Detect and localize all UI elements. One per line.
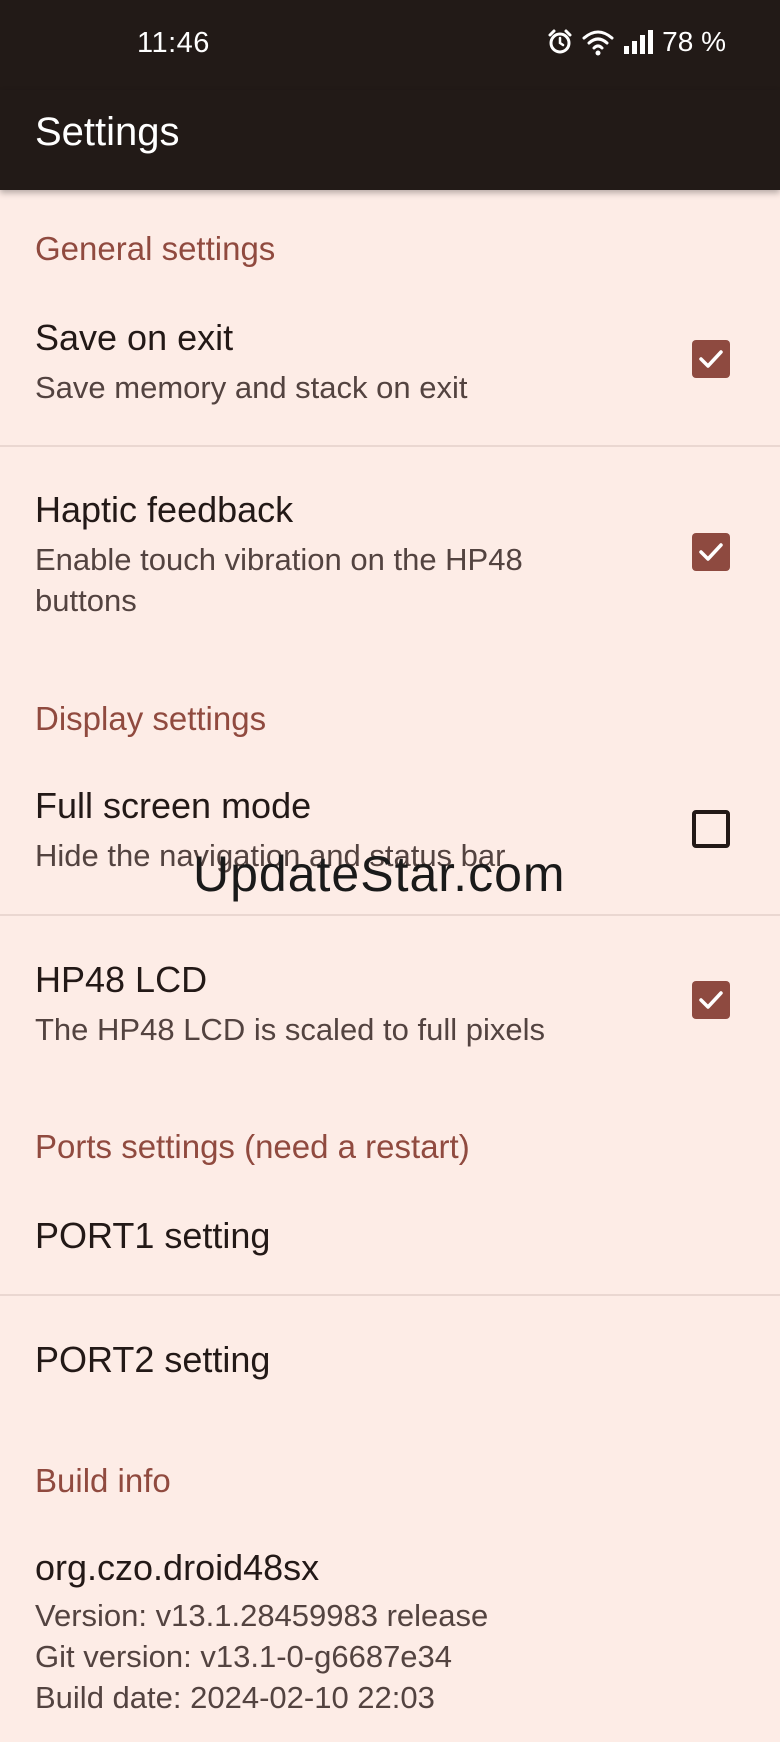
pref-title: Save on exit (35, 317, 234, 358)
pref-title: Haptic feedback (35, 489, 294, 530)
page-title: Settings (35, 110, 180, 154)
pref-summary: Hide the navigation and status bar (35, 838, 506, 873)
pref-full-screen-mode[interactable]: Full screen mode Hide the navigation and… (0, 770, 780, 916)
check-icon (699, 350, 723, 368)
section-header-display: Display settings (35, 700, 267, 737)
pref-summary: Enable touch vibration on the HP48 butto… (35, 542, 523, 618)
check-icon (699, 543, 723, 561)
battery-percent: 78 % (662, 26, 726, 57)
pref-hp48-lcd[interactable]: HP48 LCD The HP48 LCD is scaled to full … (0, 916, 780, 1066)
section-header-general: General settings (35, 230, 276, 267)
pref-title: PORT1 setting (35, 1215, 271, 1256)
pref-title: PORT2 setting (35, 1339, 271, 1380)
signal-icon (622, 29, 654, 55)
status-bar: 11:46 78 % (0, 0, 780, 90)
haptic-feedback-checkbox[interactable] (692, 533, 730, 571)
alarm-icon (546, 28, 574, 56)
build-date: Build date: 2024-02-10 22:03 (35, 1680, 435, 1715)
pref-build-info[interactable]: org.czo.droid48sx Version: v13.1.2845998… (0, 1540, 780, 1740)
pref-port1-setting[interactable]: PORT1 setting (0, 1195, 780, 1295)
status-icons: 78 % (546, 24, 726, 60)
wifi-icon (582, 28, 614, 56)
section-header-build-info: Build info (35, 1462, 171, 1499)
save-on-exit-checkbox[interactable] (692, 340, 730, 378)
hp48-lcd-checkbox[interactable] (692, 981, 730, 1019)
pref-summary: Save memory and stack on exit (35, 370, 468, 405)
pref-port2-setting[interactable]: PORT2 setting (0, 1296, 780, 1426)
app-bar: Settings (0, 90, 780, 190)
build-package: org.czo.droid48sx (35, 1547, 320, 1588)
section-header-ports: Ports settings (need a restart) (35, 1128, 470, 1165)
status-time: 11:46 (137, 27, 210, 59)
full-screen-mode-checkbox[interactable] (692, 810, 730, 848)
build-version: Version: v13.1.28459983 release (35, 1598, 489, 1633)
pref-title: HP48 LCD (35, 959, 208, 1000)
pref-title: Full screen mode (35, 785, 312, 826)
pref-haptic-feedback[interactable]: Haptic feedback Enable touch vibration o… (0, 446, 780, 626)
pref-save-on-exit[interactable]: Save on exit Save memory and stack on ex… (0, 300, 780, 446)
check-icon (699, 991, 723, 1009)
build-git-version: Git version: v13.1-0-g6687e34 (35, 1639, 453, 1674)
pref-summary: The HP48 LCD is scaled to full pixels (35, 1012, 546, 1047)
